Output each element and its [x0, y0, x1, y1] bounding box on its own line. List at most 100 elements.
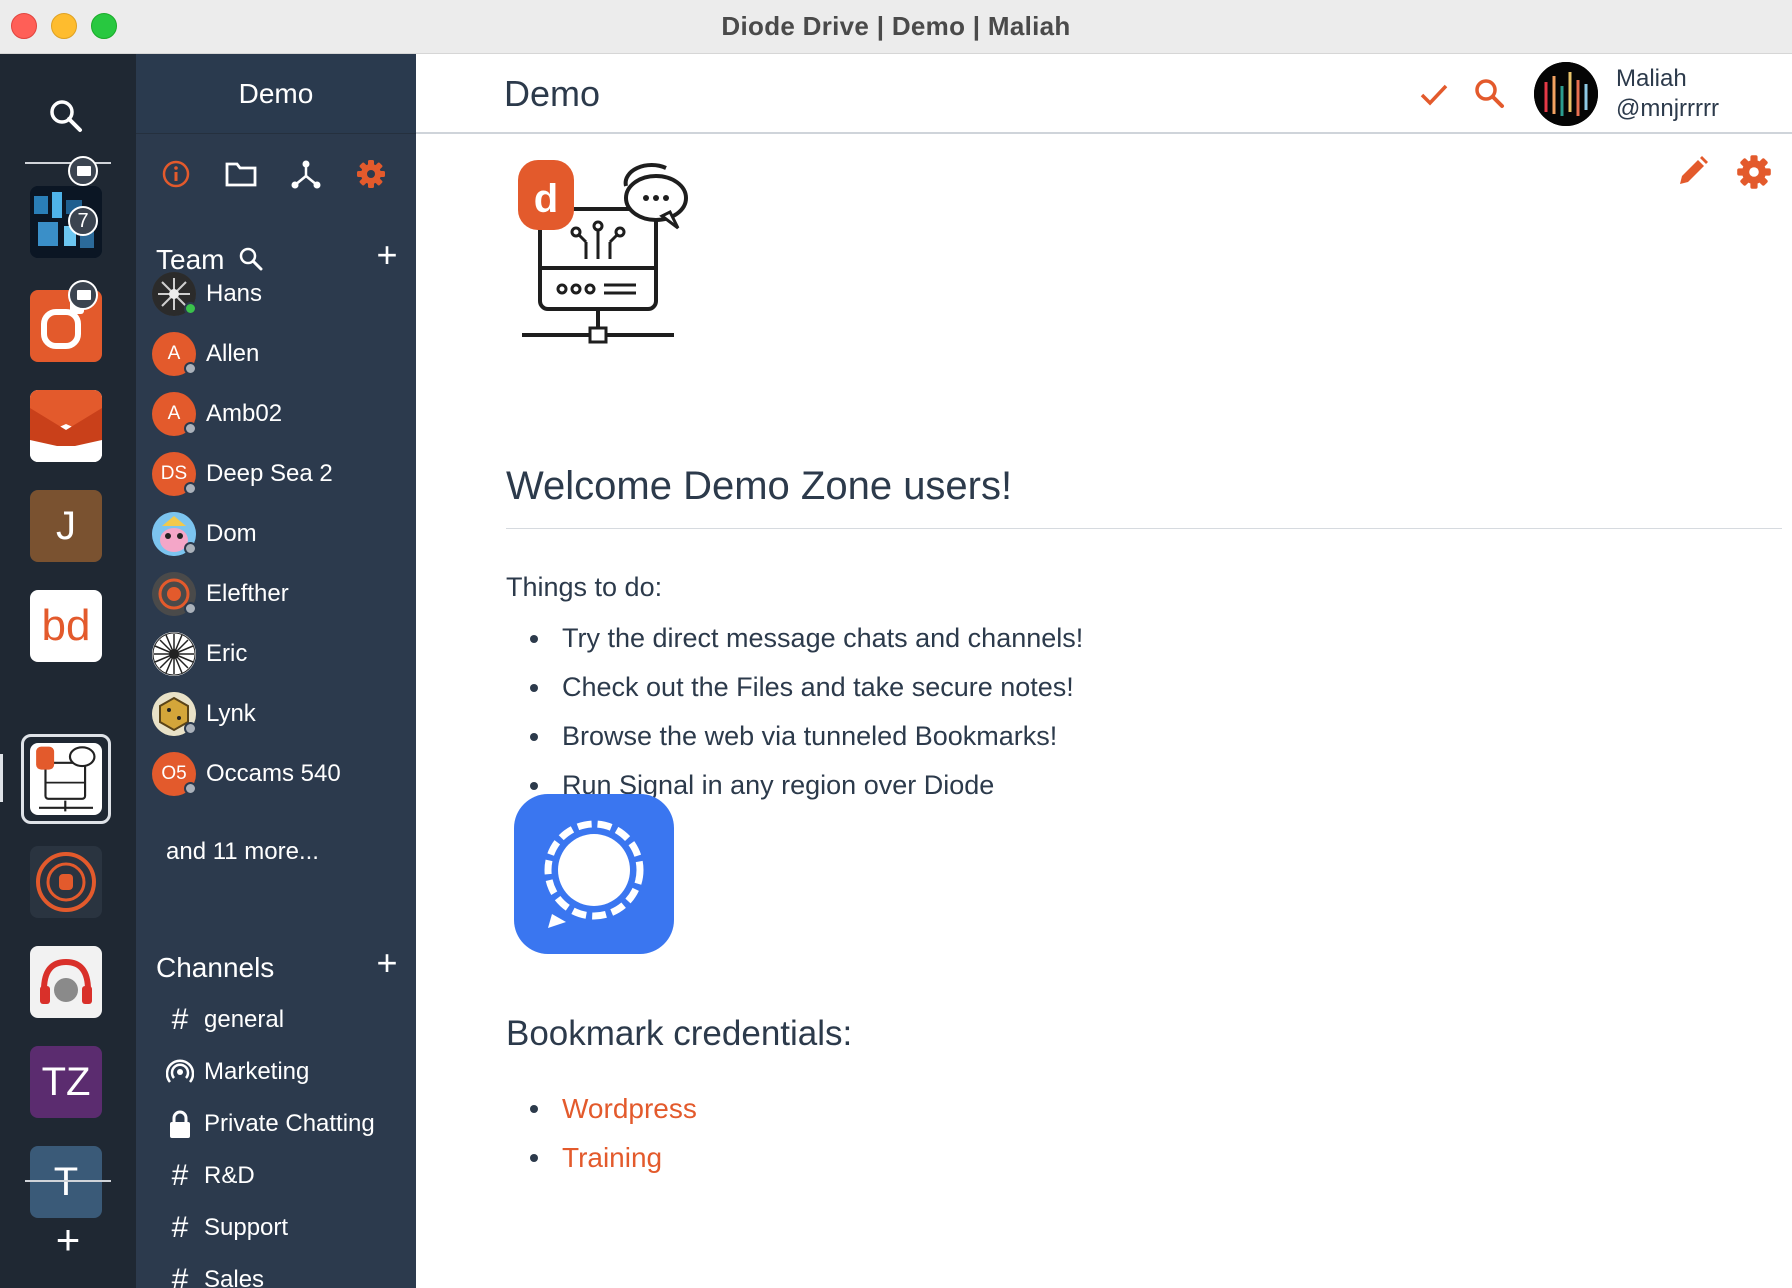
zone-rail: 7 J bd TZ T + [0, 54, 136, 1288]
zone-logo-icon [30, 390, 102, 462]
channel-name: Sales [204, 1266, 265, 1288]
bookmark-link-text: Wordpress [562, 1093, 697, 1124]
user-avatar[interactable] [1534, 62, 1598, 126]
presence-indicator [184, 422, 197, 435]
zone-tile[interactable]: bd [30, 590, 102, 662]
bookmark-link-text: Training [562, 1142, 663, 1173]
list-item-text: Browse the web via tunneled Bookmarks! [562, 721, 1058, 751]
team-member[interactable]: Lynk [152, 688, 402, 740]
avatar-image [152, 632, 196, 676]
member-name: Eric [206, 640, 248, 667]
search-icon[interactable] [1470, 74, 1510, 114]
demo-zone-icon [36, 746, 96, 812]
channel-item[interactable]: # general [166, 998, 406, 1042]
presence-indicator [184, 302, 197, 315]
window-titlebar: Diode Drive | Demo | Maliah [0, 0, 1792, 54]
presence-indicator [184, 602, 197, 615]
team-member[interactable]: Dom [152, 508, 402, 560]
gear-icon [357, 160, 385, 188]
broadcast-icon [166, 1059, 194, 1083]
bookmark-link[interactable]: Training [506, 1133, 697, 1182]
bullet [530, 684, 538, 692]
zone-tile[interactable] [30, 390, 102, 462]
channel-name: R&D [204, 1162, 255, 1189]
bookmark-link[interactable]: Wordpress [506, 1084, 697, 1133]
folder-icon [68, 280, 98, 310]
todo-list: Try the direct message chats and channel… [506, 614, 1083, 810]
edit-icon[interactable] [1674, 154, 1710, 190]
main-panel: Demo Maliah @mnjrrrrr d Welcome Demo Zon… [416, 54, 1792, 1288]
demo-zone-logo: d [518, 160, 688, 344]
zone-tile[interactable] [30, 846, 102, 918]
active-zone-marker [0, 754, 3, 802]
member-name: Lynk [206, 700, 256, 727]
team-member[interactable]: Eric [152, 628, 402, 680]
bullet [530, 635, 538, 643]
search-icon[interactable] [46, 96, 86, 136]
tab-settings[interactable] [351, 154, 391, 194]
user-handle: @mnjrrrrr [1616, 95, 1719, 122]
team-member[interactable]: A Allen [152, 328, 402, 380]
zone-tile[interactable]: J [30, 490, 102, 562]
tab-info[interactable] [156, 154, 196, 194]
team-member[interactable]: O5 Occams 540 [152, 748, 402, 800]
list-item: Browse the web via tunneled Bookmarks! [506, 712, 1083, 761]
more-members-link[interactable]: and 11 more... [166, 838, 319, 866]
zone-tile[interactable] [30, 946, 102, 1018]
bullet [530, 1105, 538, 1113]
member-name: Dom [206, 520, 257, 547]
folder-icon [68, 156, 98, 186]
folder-icon [225, 162, 257, 187]
things-label: Things to do: [506, 572, 663, 602]
channel-item[interactable]: Marketing [166, 1050, 406, 1094]
channel-item[interactable]: Private Chatting [166, 1102, 406, 1146]
tab-network[interactable] [286, 154, 326, 194]
list-item-text: Check out the Files and take secure note… [562, 672, 1074, 702]
presence-indicator [184, 482, 197, 495]
channel-item[interactable]: # Support [166, 1206, 406, 1250]
zone-logo-icon: bd [42, 601, 91, 650]
member-name: Allen [206, 340, 260, 367]
member-name: Hans [206, 280, 263, 307]
bullet [530, 733, 538, 741]
team-member[interactable]: A Amb02 [152, 388, 402, 440]
info-icon [162, 160, 190, 188]
sidebar-tabs [156, 154, 396, 204]
hash-icon: # [171, 1211, 189, 1244]
team-member[interactable]: DS Deep Sea 2 [152, 448, 402, 500]
bookmark-heading: Bookmark credentials: [506, 1014, 853, 1053]
presence-indicator [184, 362, 197, 375]
add-zone-button[interactable]: + [44, 1216, 92, 1264]
member-name: Elefther [206, 580, 289, 607]
sidebar-title: Demo [136, 54, 416, 134]
team-member[interactable]: Elefther [152, 568, 402, 620]
zone-tile[interactable]: TZ [30, 1046, 102, 1118]
list-item: Try the direct message chats and channel… [506, 614, 1083, 663]
zone-tile-demo[interactable] [30, 743, 102, 815]
avatar [152, 632, 196, 676]
zone-tile[interactable]: T [30, 1146, 102, 1218]
signal-icon [544, 820, 644, 928]
channel-name: Marketing [204, 1058, 310, 1085]
check-icon[interactable] [1414, 74, 1454, 114]
presence-indicator [184, 542, 197, 555]
network-icon [291, 160, 321, 189]
gear-icon[interactable] [1736, 154, 1772, 190]
avatar-image [1534, 62, 1598, 126]
channel-item[interactable]: # Sales [166, 1258, 406, 1288]
rail-divider-bottom [25, 1180, 111, 1182]
add-channel-button[interactable]: + [372, 942, 402, 984]
team-member[interactable]: Hans [152, 268, 402, 320]
headphones-icon [40, 958, 92, 1004]
member-name: Occams 540 [206, 760, 341, 787]
channels-heading: Channels [156, 952, 275, 983]
channel-name: Private Chatting [204, 1110, 375, 1137]
hash-icon: # [171, 1159, 189, 1192]
channel-item[interactable]: # R&D [166, 1154, 406, 1198]
zone-sidebar: Demo Team + Hans A Allen A Amb02 DS Deep… [136, 54, 416, 1288]
bullet [530, 782, 538, 790]
heading-divider [506, 528, 1782, 529]
member-name: Deep Sea 2 [206, 460, 333, 487]
tab-files[interactable] [221, 154, 261, 194]
signal-logo [514, 794, 674, 954]
